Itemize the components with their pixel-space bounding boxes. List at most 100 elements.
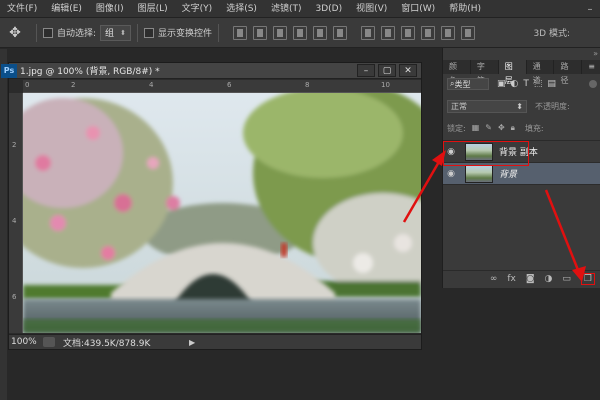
auto-select-checkbox[interactable]: 自动选择: [43,26,96,39]
align-hcenter-icon[interactable] [312,25,327,40]
play-icon[interactable]: ▶ [189,338,195,347]
ruler-tick: 2 [71,81,76,89]
align-buttons [232,25,347,40]
adjustment-filter-icon[interactable]: ◐ [511,79,519,89]
menu-type[interactable]: 文字(Y) [175,0,220,18]
blend-mode-dropdown[interactable]: 正常 ⬍ [447,99,527,113]
horizontal-ruler: 0 2 4 6 8 10 [23,80,421,93]
move-tool-icon[interactable]: ✥ [0,20,30,46]
document-controls: – ▢ ✕ [357,64,417,77]
align-right-icon[interactable] [332,25,347,40]
maximize-button[interactable]: ▢ [378,64,396,77]
menu-window[interactable]: 窗口(W) [394,0,442,18]
auto-select-dropdown[interactable]: 组 ⬍ [100,24,131,41]
filter-toggle[interactable] [589,80,597,88]
layer-row[interactable]: ◉ 背景 [443,163,600,185]
distribute-left-icon[interactable] [420,25,435,40]
tab-layers[interactable]: 图层 [498,60,527,85]
layer-name: 背景 [499,170,518,180]
ps-badge: Ps [1,63,17,78]
status-bar: 100% 文档:439.5K/878.9K ▶ [9,334,421,349]
menu-file[interactable]: 文件(F) [0,0,44,18]
menu-help[interactable]: 帮助(H) [442,0,488,18]
ruler-tick: 4 [12,217,17,225]
menu-3d[interactable]: 3D(D) [308,0,349,18]
chevron-down-icon: ⬍ [120,28,126,37]
link-layers-icon[interactable]: ∞ [490,274,498,284]
text-filter-icon[interactable]: T [523,79,529,89]
panel-menu-icon[interactable]: ≡ [582,60,600,74]
menu-list: 文件(F) 编辑(E) 图像(I) 图层(L) 文字(Y) 选择(S) 滤镜(T… [0,0,488,18]
menu-select[interactable]: 选择(S) [219,0,264,18]
menu-layer[interactable]: 图层(L) [131,0,175,18]
menu-image[interactable]: 图像(I) [89,0,131,18]
chevron-down-icon: ⬍ [516,101,523,111]
ruler-tick: 6 [227,81,232,89]
divider [36,23,37,42]
document-title: 1.jpg @ 100% (背景, RGB/8#) * [20,67,160,77]
show-transform-checkbox[interactable]: 显示变换控件 [143,26,212,39]
minimize-icon[interactable]: – [580,0,600,18]
window-controls: – [580,0,600,18]
distribute-top-icon[interactable] [360,25,375,40]
align-bottom-icon[interactable] [272,25,287,40]
checkbox-box [143,27,154,38]
lock-image-icon[interactable]: ✎ [485,123,492,133]
lock-icons: ▦ ✎ ✥ 🔒︎ [472,123,515,133]
align-vcenter-icon[interactable] [252,25,267,40]
new-group-icon[interactable]: ▭ [562,274,571,284]
zoom-level[interactable]: 100% [9,337,43,347]
distribute-bottom-icon[interactable] [400,25,415,40]
lock-all-icon[interactable]: 🔒︎ [511,123,515,133]
panel-footer: ∞ fx ◙ ◑ ▭ ❐ [443,270,600,286]
tab-color[interactable]: 颜色 [443,60,471,85]
distribute-hcenter-icon[interactable] [440,25,455,40]
align-top-icon[interactable] [232,25,247,40]
filter-icons: ▣ ◐ T ⬚ ▤ [497,79,556,89]
smart-object-filter-icon[interactable]: ▤ [547,79,556,89]
menu-view[interactable]: 视图(V) [349,0,394,18]
distribute-buttons [360,25,475,40]
auto-select-value: 组 [105,29,115,39]
lock-row: 锁定: ▦ ✎ ✥ 🔒︎ 填充: [443,120,600,136]
close-button[interactable]: ✕ [399,64,417,77]
fx-icon[interactable]: fx [507,274,516,284]
menu-edit[interactable]: 编辑(E) [44,0,89,18]
canvas[interactable] [23,93,421,333]
menu-filter[interactable]: 滤镜(T) [264,0,309,18]
highlight-box [443,141,529,166]
distribute-vcenter-icon[interactable] [380,25,395,40]
eye-icon[interactable]: ◉ [443,169,459,179]
mode-3d-label: 3D 模式: [533,29,570,39]
document-tab[interactable]: Ps 1.jpg @ 100% (背景, RGB/8#) * – ▢ ✕ [1,63,421,79]
collapse-icon[interactable]: » [593,49,598,58]
vertical-ruler: 2 4 6 [9,93,23,333]
ruler-tick: 2 [12,141,17,149]
share-icon[interactable] [43,337,55,347]
tab-character[interactable]: 字符 [471,60,499,85]
ruler-tick: 4 [149,81,154,89]
blend-mode-value: 正常 [451,101,467,111]
lock-position-icon[interactable]: ✥ [498,123,505,133]
layer-thumbnail [465,164,493,183]
shape-filter-icon[interactable]: ⬚ [534,79,543,89]
document-window: Ps 1.jpg @ 100% (背景, RGB/8#) * – ▢ ✕ 0 2… [1,62,422,350]
auto-select-label: 自动选择: [57,29,97,39]
toolbox-strip [0,49,7,400]
add-mask-icon[interactable]: ◙ [526,274,535,284]
filter-type-dropdown[interactable]: ⌕ 类型 [447,78,489,90]
new-layer-icon[interactable]: ❐ [580,272,595,285]
adjustment-layer-icon[interactable]: ◑ [545,274,553,284]
photo-canvas [23,93,421,333]
pixel-filter-icon[interactable]: ▣ [497,79,506,89]
distribute-right-icon[interactable] [460,25,475,40]
show-transform-label: 显示变换控件 [157,29,212,39]
tab-paths[interactable]: 路径 [554,60,583,85]
menu-bar: 文件(F) 编辑(E) 图像(I) 图层(L) 文字(Y) 选择(S) 滤镜(T… [0,0,600,18]
lock-transparent-icon[interactable]: ▦ [472,123,480,133]
align-left-icon[interactable] [292,25,307,40]
minimize-button[interactable]: – [357,64,375,77]
ruler-tick: 8 [305,81,310,89]
options-bar: ✥ 自动选择: 组 ⬍ 显示变换控件 3D 模式: [0,18,600,48]
tab-channels[interactable]: 通道 [527,60,555,85]
